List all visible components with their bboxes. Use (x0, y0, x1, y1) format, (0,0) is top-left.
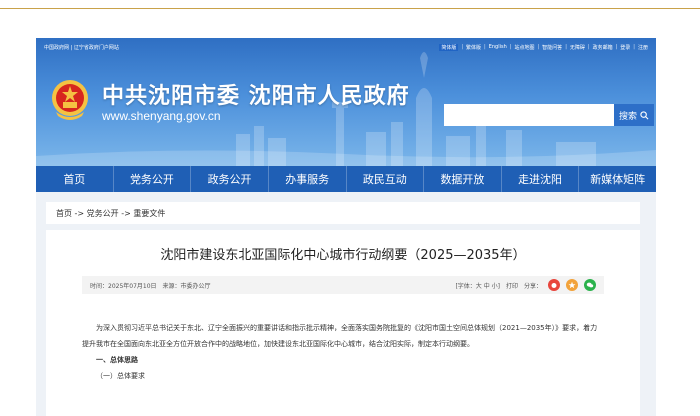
nav-interaction[interactable]: 政民互动 (345, 166, 424, 192)
smart-qa-link[interactable]: 智能问答 (542, 44, 562, 51)
sitemap-link[interactable]: 站点地图 (514, 44, 534, 51)
register-link[interactable]: 注册 (638, 44, 648, 51)
article-source: 来源：市委办公厅 (162, 282, 211, 290)
search-icon (640, 110, 649, 119)
nav-gov-affairs[interactable]: 政务公开 (190, 166, 268, 192)
section-heading: 一、总体思路 (96, 356, 138, 364)
search-button[interactable]: 搜索 (614, 104, 654, 126)
print-button[interactable]: 打印 (506, 281, 518, 290)
weibo-share-icon[interactable] (548, 279, 560, 291)
nav-party-affairs[interactable]: 党务公开 (112, 166, 191, 192)
top-links-left[interactable]: 中国政府网 | 辽宁省政府门户网站 (44, 44, 119, 51)
header-banner: 中国政府网 | 辽宁省政府门户网站 简体版 | 繁体版 | English | … (36, 38, 656, 166)
nav-services[interactable]: 办事服务 (267, 166, 346, 192)
article-paragraph: 为深入贯彻习近平总书记关于东北、辽宁全面振兴的重要讲话和指示批示精神，全面落实国… (82, 324, 598, 348)
site-url: www.shenyang.gov.cn (102, 109, 221, 123)
nav-about-shenyang[interactable]: 走进沈阳 (500, 166, 579, 192)
qzone-share-icon[interactable] (566, 279, 578, 291)
traditional-link[interactable]: 繁体版 (466, 44, 481, 51)
site-title: 中共沈阳市委 沈阳市人民政府 (102, 84, 410, 109)
top-links-bar: 中国政府网 | 辽宁省政府门户网站 简体版 | 繁体版 | English | … (44, 41, 648, 53)
english-link[interactable]: English (489, 44, 507, 50)
national-emblem-icon (52, 80, 88, 120)
font-size-control[interactable]: [字体：大 中 小] (455, 281, 500, 290)
search-input[interactable] (444, 104, 614, 126)
article-body: 为深入贯彻习近平总书记关于东北、辽宁全面振兴的重要讲话和指示批示精神，全面落实国… (82, 320, 604, 384)
share-label: 分享： (523, 282, 542, 290)
top-gold-rule (0, 8, 700, 9)
nav-home[interactable]: 首页 (36, 166, 113, 192)
gov-mail-link[interactable]: 政务邮箱 (593, 44, 613, 51)
wechat-share-icon[interactable] (584, 279, 596, 291)
breadcrumb-text[interactable]: 首页 -> 党务公开 -> 重要文件 (56, 208, 165, 219)
search-button-label: 搜索 (618, 111, 637, 122)
article-title: 沈阳市建设东北亚国际化中心城市行动纲要（2025—2035年） (160, 248, 526, 263)
article-panel: 沈阳市建设东北亚国际化中心城市行动纲要（2025—2035年） 时间：2025年… (46, 230, 640, 416)
breadcrumb: 首页 -> 党务公开 -> 重要文件 (46, 202, 640, 224)
simplified-link[interactable]: 简体版 (439, 43, 459, 51)
main-nav: 首页 党务公开 政务公开 办事服务 政民互动 数据开放 走进沈阳 新媒体矩阵 (36, 166, 656, 192)
top-links-right: 简体版 | 繁体版 | English | 站点地图 | 智能问答 | 无障碍 … (439, 43, 648, 51)
subsection-heading: （一）总体要求 (96, 372, 145, 380)
accessibility-link[interactable]: 无障碍 (570, 44, 585, 51)
login-link[interactable]: 登录 (620, 44, 630, 51)
article-meta-bar: 时间：2025年07月10日 来源：市委办公厅 [字体：大 中 小] 打印 分享… (82, 276, 604, 294)
publish-time: 时间：2025年07月10日 (90, 282, 157, 290)
nav-open-data[interactable]: 数据开放 (423, 166, 501, 192)
nav-new-media[interactable]: 新媒体矩阵 (578, 166, 656, 192)
